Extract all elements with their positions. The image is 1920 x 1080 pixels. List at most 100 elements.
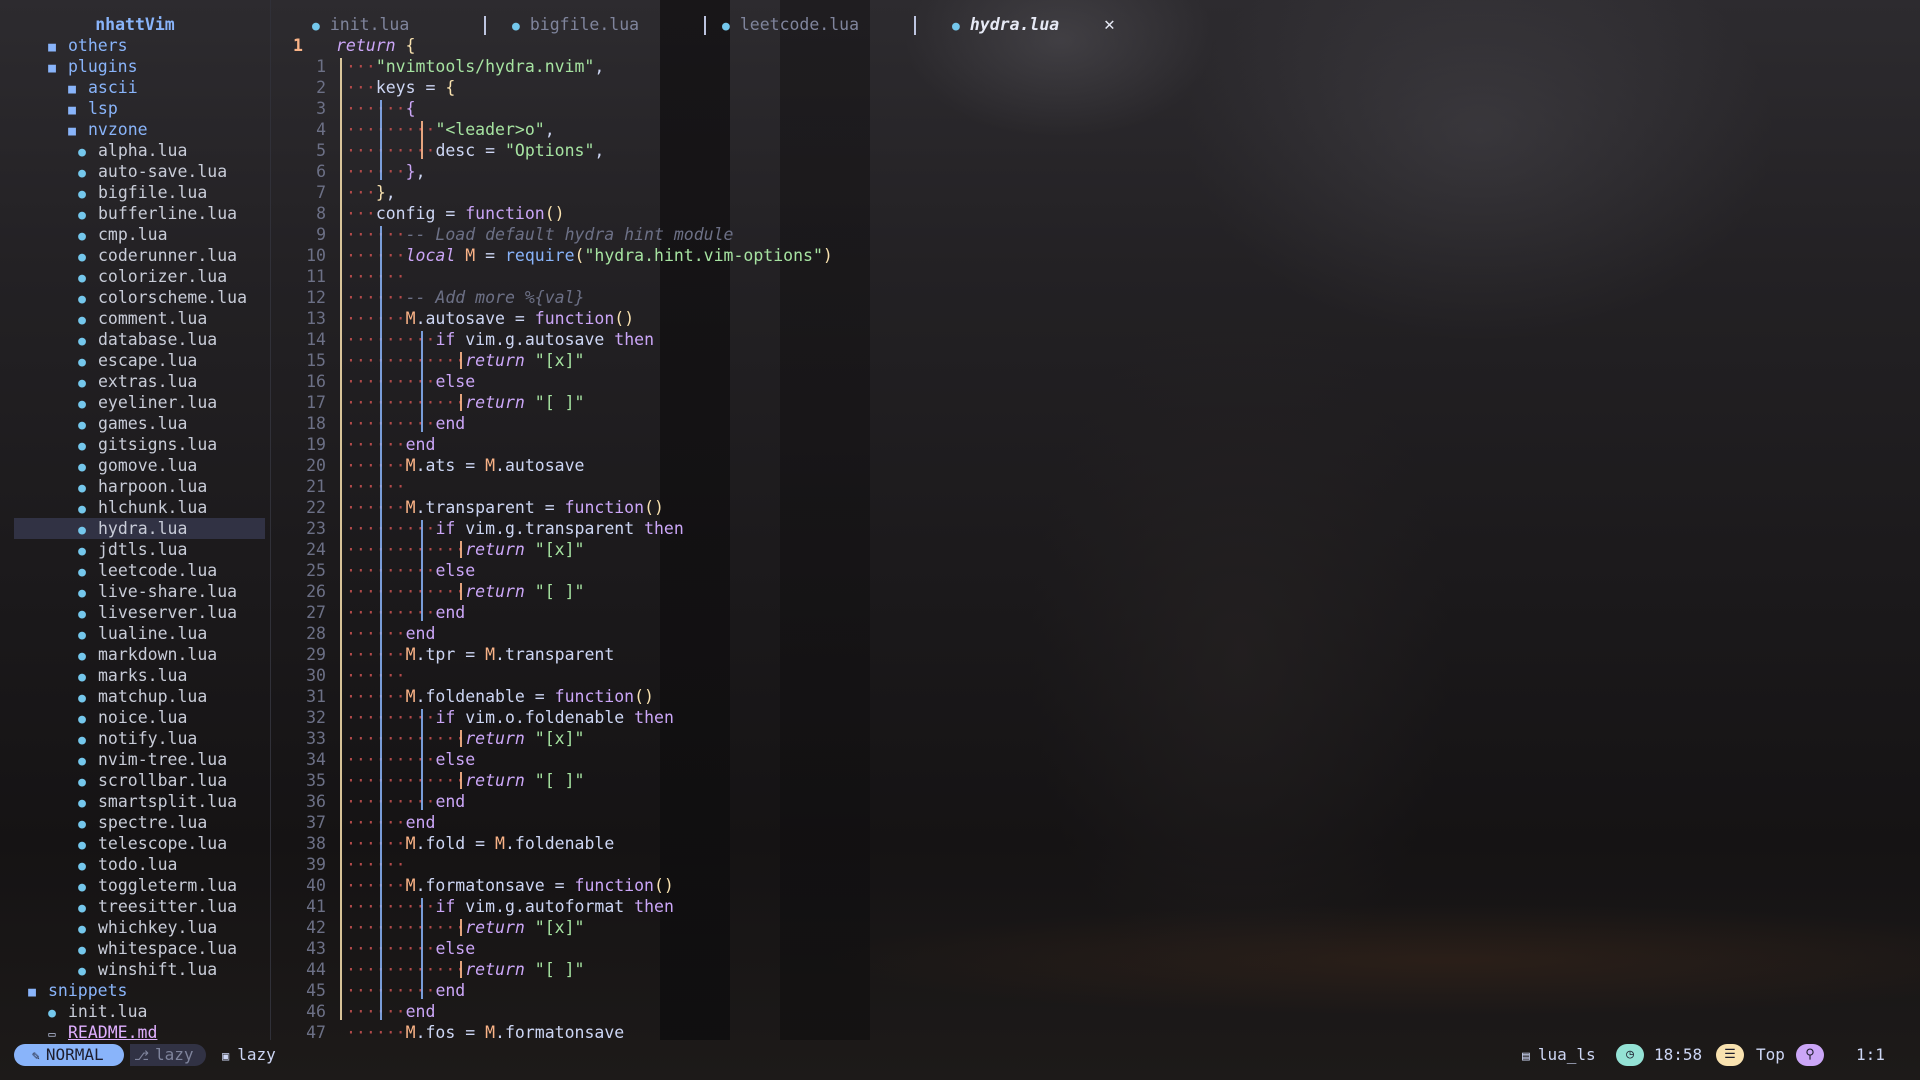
- lua-icon: ●: [78, 838, 86, 853]
- code-token: "[ ]": [534, 771, 585, 790]
- tree-file[interactable]: ● treesitter.lua: [72, 896, 237, 917]
- tree-file[interactable]: ● whichkey.lua: [72, 917, 217, 938]
- tree-file[interactable]: ● whitespace.lua: [72, 938, 237, 959]
- file-position-icon: ☰: [1716, 1044, 1744, 1066]
- tree-file[interactable]: ● live-share.lua: [72, 581, 237, 602]
- tree-file[interactable]: ● bufferline.lua: [72, 203, 237, 224]
- indent-guide: [460, 772, 462, 789]
- tree-file[interactable]: ● alpha.lua: [72, 140, 187, 161]
- tree-item-label: lsp: [88, 99, 118, 118]
- tree-file[interactable]: ● hlchunk.lua: [72, 497, 207, 518]
- tree-file[interactable]: ● hydra.lua: [72, 518, 187, 539]
- tree-file[interactable]: ● markdown.lua: [72, 644, 217, 665]
- tree-file[interactable]: ● jdtls.lua: [72, 539, 187, 560]
- line-number: 23: [306, 519, 326, 538]
- code-token: .formatonsave: [495, 1023, 625, 1042]
- tree-file[interactable]: ● nvim-tree.lua: [72, 749, 227, 770]
- code-token: ···: [346, 645, 376, 664]
- tree-file[interactable]: ● eyeliner.lua: [72, 392, 217, 413]
- line-number: 16: [306, 372, 326, 391]
- indent-guide: [380, 226, 382, 1020]
- tree-file[interactable]: ● games.lua: [72, 413, 187, 434]
- lua-icon: ●: [78, 901, 86, 916]
- code-token: ···: [346, 918, 376, 937]
- tree-file[interactable]: ● gitsigns.lua: [72, 434, 217, 455]
- tree-folder[interactable]: ■ others: [42, 35, 128, 56]
- tree-file[interactable]: ● coderunner.lua: [72, 245, 237, 266]
- lua-icon: ●: [78, 964, 86, 979]
- tree-file[interactable]: ● init.lua: [42, 1001, 147, 1022]
- tree-item-label: leetcode.lua: [98, 561, 218, 580]
- tree-file[interactable]: ● liveserver.lua: [72, 602, 237, 623]
- code-token: ···: [346, 57, 376, 76]
- tree-folder[interactable]: ■ nvzone: [62, 119, 148, 140]
- tree-file[interactable]: ● cmp.lua: [72, 224, 167, 245]
- tree-file[interactable]: ● colorizer.lua: [72, 266, 227, 287]
- tree-file[interactable]: ● escape.lua: [72, 350, 197, 371]
- tree-file[interactable]: ▭ README.md: [42, 1022, 157, 1043]
- code-token: if: [435, 708, 466, 727]
- tab-hydra[interactable]: ● hydra.lua: [952, 14, 1059, 36]
- tree-file[interactable]: ● notify.lua: [72, 728, 197, 749]
- tree-file[interactable]: ● matchup.lua: [72, 686, 207, 707]
- line-number: 18: [306, 414, 326, 433]
- lua-icon: ●: [78, 649, 86, 664]
- tree-file[interactable]: ● gomove.lua: [72, 455, 197, 476]
- tree-file[interactable]: ● auto-save.lua: [72, 161, 227, 182]
- tree-file[interactable]: ● marks.lua: [72, 665, 187, 686]
- tree-file[interactable]: ● scrollbar.lua: [72, 770, 227, 791]
- tree-file[interactable]: ● winshift.lua: [72, 959, 217, 980]
- code-token: M: [405, 876, 416, 895]
- tree-file[interactable]: ● toggleterm.lua: [72, 875, 237, 896]
- code-token: "[ ]": [534, 582, 585, 601]
- code-line: ······},: [346, 161, 426, 182]
- tree-folder[interactable]: ■ plugins: [42, 56, 138, 77]
- code-line: ······: [346, 854, 406, 875]
- tree-file[interactable]: ● todo.lua: [72, 854, 177, 875]
- tab-bigfile[interactable]: ● bigfile.lua: [512, 14, 639, 36]
- code-token: then: [634, 708, 674, 727]
- tab-init[interactable]: ● init.lua: [312, 14, 409, 36]
- tree-file[interactable]: ● telescope.lua: [72, 833, 227, 854]
- code-token: if: [435, 519, 466, 538]
- tree-item-label: bufferline.lua: [98, 204, 238, 223]
- tree-file[interactable]: ● extras.lua: [72, 371, 197, 392]
- tree-item-label: smartsplit.lua: [98, 792, 238, 811]
- background-pole: [780, 0, 870, 1040]
- tree-file[interactable]: ● smartsplit.lua: [72, 791, 237, 812]
- tree-file[interactable]: ● harpoon.lua: [72, 476, 207, 497]
- close-icon[interactable]: ✕: [1104, 14, 1115, 36]
- tree-folder[interactable]: ■ lsp: [62, 98, 118, 119]
- tree-file[interactable]: ● colorscheme.lua: [72, 287, 247, 308]
- line-number: 31: [306, 687, 326, 706]
- code-token: ···: [346, 624, 376, 643]
- tree-item-label: plugins: [68, 57, 138, 76]
- code-line: ·········end: [346, 791, 465, 812]
- line-number: 24: [306, 540, 326, 559]
- tree-folder[interactable]: ■ snippets: [22, 980, 127, 1001]
- tree-file[interactable]: ● comment.lua: [72, 308, 207, 329]
- tree-file[interactable]: ● lualine.lua: [72, 623, 207, 644]
- code-token: M: [485, 645, 496, 664]
- tree-file[interactable]: ● database.lua: [72, 329, 217, 350]
- code-token: ···: [346, 729, 376, 748]
- tree-item-label: noice.lua: [98, 708, 188, 727]
- lua-icon: ●: [78, 880, 86, 895]
- clock-time: 18:58: [1654, 1045, 1703, 1064]
- tree-item-label: live-share.lua: [98, 582, 238, 601]
- lua-icon: ●: [78, 775, 86, 790]
- tree-file[interactable]: ● leetcode.lua: [72, 560, 217, 581]
- code-token: (): [614, 309, 635, 328]
- tree-file[interactable]: ● noice.lua: [72, 707, 187, 728]
- tree-file[interactable]: ● spectre.lua: [72, 812, 207, 833]
- lua-icon: ●: [78, 733, 86, 748]
- line-number: 38: [306, 834, 326, 853]
- indent-guide: [421, 331, 423, 432]
- tree-folder[interactable]: ■ ascii: [62, 77, 138, 98]
- tree-file[interactable]: ● bigfile.lua: [72, 182, 207, 203]
- tab-leetcode[interactable]: ● leetcode.lua: [722, 14, 859, 36]
- line-number: 28: [306, 624, 326, 643]
- code-token: ···: [346, 813, 376, 832]
